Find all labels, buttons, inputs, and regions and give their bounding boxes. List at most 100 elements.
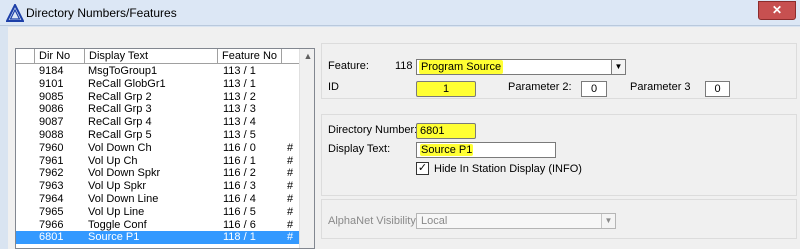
display-text-cell: Vol Down Ch — [88, 141, 152, 154]
directory-number-field[interactable]: 6801 — [416, 123, 476, 139]
display-text-cell: ReCall Grp 2 — [88, 90, 152, 103]
display-text-cell: Toggle Conf — [88, 218, 147, 231]
feature-no-cell: 113 / 5 — [223, 128, 256, 141]
alphanet-group: AlphaNet Visibility: Local ▼ — [321, 199, 797, 239]
title-bar: Directory Numbers/Features ✕ — [0, 0, 800, 26]
display-text-field[interactable]: Source P1 — [416, 142, 556, 158]
feature-select-value: Program Source — [419, 60, 504, 74]
dir-no-cell: 9087 — [39, 116, 64, 129]
feature-no-cell: 113 / 2 — [223, 90, 256, 103]
column-header-dir-no[interactable]: Dir No — [35, 49, 85, 64]
table-row[interactable]: 7963 Vol Up Spkr 116 / 3 # — [16, 180, 299, 193]
table-row[interactable]: 7966 Toggle Conf 116 / 6 # — [16, 219, 299, 232]
display-text-cell: MsgToGroup1 — [88, 65, 158, 77]
feature-no-cell: 116 / 1 — [223, 154, 256, 167]
parameter-3-label: Parameter 3 — [630, 81, 691, 93]
feature-label: Feature: — [328, 60, 369, 72]
chevron-down-icon[interactable]: ▼ — [601, 214, 615, 228]
alphanet-visibility-select[interactable]: Local ▼ — [416, 213, 616, 229]
display-text-cell: ReCall GlobGr1 — [88, 77, 166, 90]
id-field[interactable]: 1 — [416, 81, 476, 97]
dir-no-cell: 7966 — [39, 218, 64, 231]
feature-number: 118 — [395, 60, 413, 72]
dir-no-cell: 9086 — [39, 103, 64, 116]
table-row[interactable]: 9101 ReCall GlobGr1 113 / 1 — [16, 78, 299, 91]
scroll-up-arrow-icon[interactable]: ▲ — [300, 49, 314, 65]
column-header-feature-no[interactable]: Feature No — [218, 49, 282, 64]
display-text-value: Source P1 — [420, 144, 474, 156]
display-text-label: Display Text: — [328, 143, 391, 155]
feature-no-cell: 116 / 4 — [223, 192, 256, 205]
table-row[interactable]: 6801 Source P1 118 / 1 # — [16, 231, 299, 245]
table-row[interactable]: 7964 Vol Down Line 116 / 4 # — [16, 193, 299, 206]
header-spacer — [16, 49, 35, 64]
table-row[interactable]: 9087 ReCall Grp 4 113 / 4 — [16, 116, 299, 129]
feature-no-cell: 116 / 3 — [223, 180, 256, 193]
flag-cell: # — [287, 180, 294, 193]
flag-cell: # — [287, 218, 294, 231]
list-scrollbar[interactable]: ▲ — [299, 49, 314, 248]
dir-no-cell: 7962 — [39, 167, 64, 180]
id-label: ID — [328, 81, 339, 93]
parameter-3-field[interactable]: 0 — [705, 81, 730, 97]
dir-no-cell: 9184 — [39, 65, 64, 77]
dir-no-cell: 9085 — [39, 90, 64, 103]
dir-no-cell: 7963 — [39, 180, 64, 193]
display-text-cell: ReCall Grp 4 — [88, 116, 152, 129]
feature-no-cell: 113 / 1 — [223, 65, 256, 77]
table-row[interactable]: 7965 Vol Up Line 116 / 5 # — [16, 206, 299, 219]
display-text-cell: ReCall Grp 5 — [88, 128, 152, 141]
list-header: Dir No Display Text Feature No — [16, 49, 299, 64]
hide-in-station-checkbox[interactable]: ✓ — [416, 162, 429, 175]
triangle-logo-icon — [6, 4, 24, 22]
close-button[interactable]: ✕ — [758, 1, 796, 20]
feature-select[interactable]: Program Source ▼ — [416, 59, 626, 75]
feature-no-cell: 116 / 0 — [223, 141, 256, 154]
flag-cell: # — [287, 192, 294, 205]
feature-no-cell: 116 / 6 — [223, 218, 256, 231]
table-row[interactable]: 9184 MsgToGroup1 113 / 1 — [16, 65, 299, 78]
flag-cell: # — [287, 231, 294, 244]
parameter-2-label: Parameter 2: — [508, 81, 572, 93]
parameter-2-field[interactable]: 0 — [581, 81, 607, 97]
dir-no-cell: 7964 — [39, 192, 64, 205]
feature-no-cell: 113 / 4 — [223, 116, 256, 129]
display-text-cell: Vol Up Line — [88, 205, 145, 218]
display-text-cell: Vol Up Ch — [88, 154, 138, 167]
feature-no-cell: 118 / 1 — [223, 231, 256, 244]
hide-in-station-label: Hide In Station Display (INFO) — [434, 163, 582, 175]
feature-no-cell: 113 / 3 — [223, 103, 256, 116]
window-title: Directory Numbers/Features — [26, 6, 177, 20]
display-text-cell: Vol Down Spkr — [88, 167, 161, 180]
dir-no-cell: 9101 — [39, 77, 64, 90]
directory-list[interactable]: Dir No Display Text Feature No 9184 MsgTo… — [15, 48, 315, 249]
dir-no-cell: 7960 — [39, 141, 64, 154]
table-row[interactable]: 9086 ReCall Grp 3 113 / 3 — [16, 103, 299, 116]
main-window: Directory Numbers/Features ✕ Dir No Disp… — [0, 0, 800, 249]
directory-number-label: Directory Number: — [328, 124, 418, 136]
table-row[interactable]: 9088 ReCall Grp 5 113 / 5 — [16, 129, 299, 142]
flag-cell: # — [287, 167, 294, 180]
feature-no-cell: 113 / 1 — [223, 77, 256, 90]
table-row[interactable]: 9085 ReCall Grp 2 113 / 2 — [16, 91, 299, 104]
dir-no-cell: 9088 — [39, 128, 64, 141]
flag-cell: # — [287, 141, 294, 154]
table-row[interactable]: 7960 Vol Down Ch 116 / 0 # — [16, 142, 299, 155]
display-text-cell: Source P1 — [88, 231, 140, 244]
header-flag-column — [282, 49, 299, 64]
feature-group: Feature: 118 Program Source ▼ ID 1 Param… — [321, 43, 797, 99]
directory-group: Directory Number: 6801 Display Text: Sou… — [321, 114, 797, 196]
dir-no-cell: 7961 — [39, 154, 64, 167]
list-rows: 9184 MsgToGroup1 113 / 1 9101 ReCall GlobGr1… — [16, 65, 299, 245]
chevron-down-icon[interactable]: ▼ — [611, 60, 625, 74]
alphanet-visibility-value: Local — [421, 215, 448, 227]
display-text-cell: Vol Down Line — [88, 192, 159, 205]
alphanet-visibility-label: AlphaNet Visibility: — [328, 215, 419, 227]
table-row[interactable]: 7962 Vol Down Spkr 116 / 2 # — [16, 167, 299, 180]
feature-no-cell: 116 / 2 — [223, 167, 256, 180]
display-text-cell: ReCall Grp 3 — [88, 103, 152, 116]
dialog-client: Dir No Display Text Feature No 9184 MsgTo… — [8, 27, 800, 249]
column-header-display-text[interactable]: Display Text — [85, 49, 218, 64]
dir-no-cell: 7965 — [39, 205, 64, 218]
table-row[interactable]: 7961 Vol Up Ch 116 / 1 # — [16, 155, 299, 168]
